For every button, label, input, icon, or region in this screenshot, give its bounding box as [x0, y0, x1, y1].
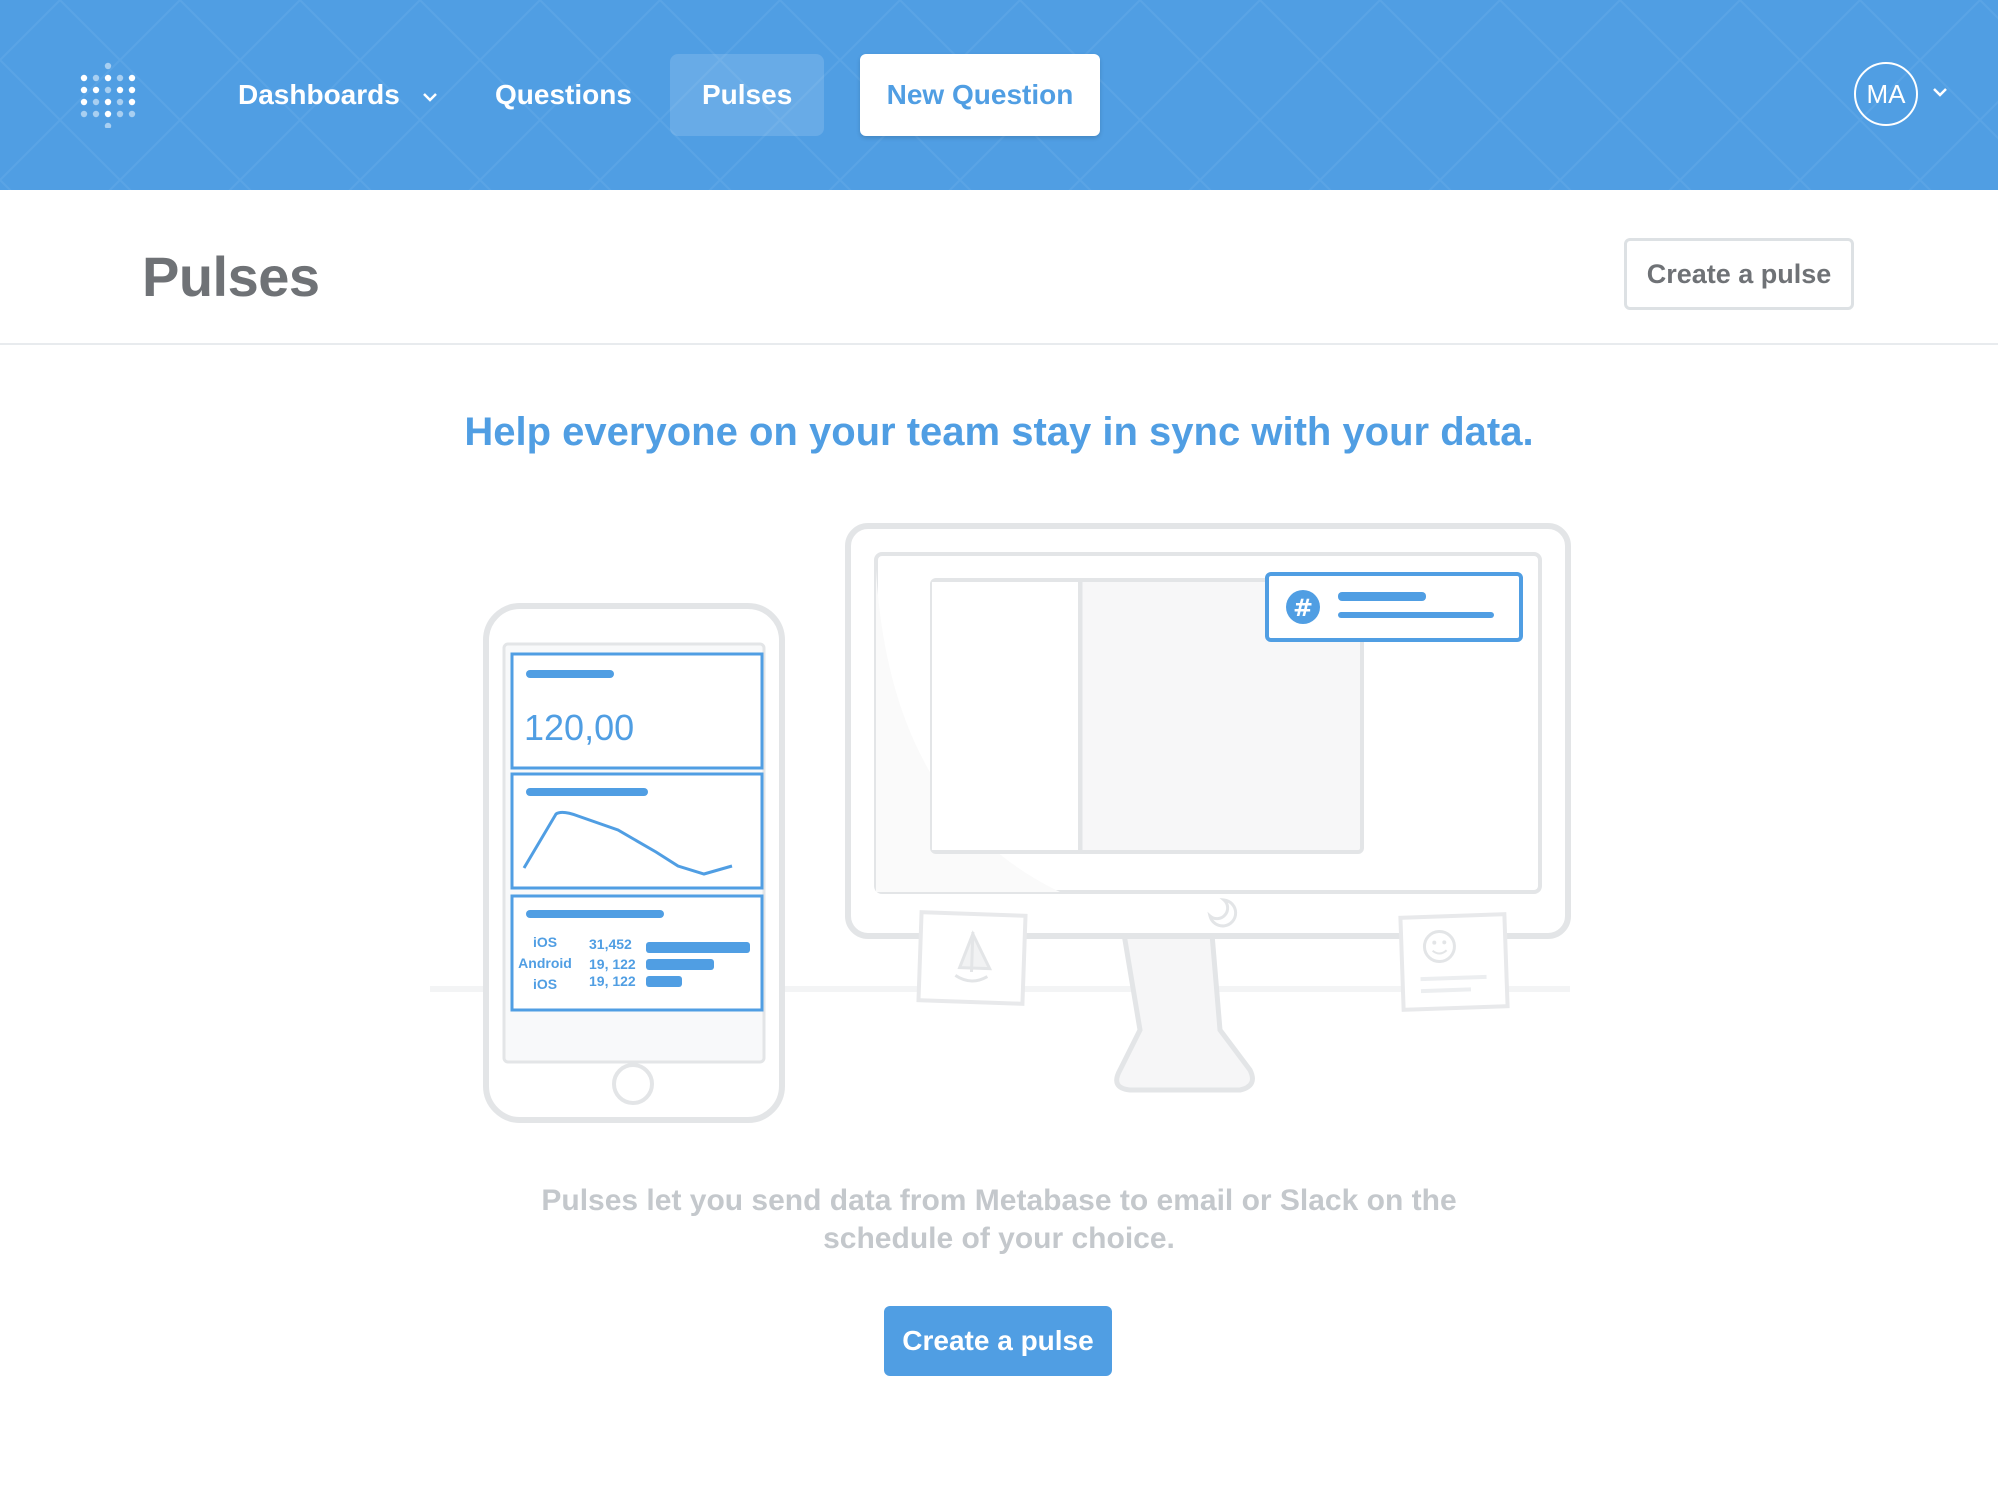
top-navbar: Dashboards Questions Pulses New Question… [0, 0, 1998, 190]
phone-row-value: 31,452 [589, 936, 632, 952]
nav-pulses[interactable]: Pulses [670, 54, 825, 136]
chevron-down-icon[interactable] [1932, 86, 1948, 98]
metabase-logo-icon[interactable] [78, 60, 138, 128]
new-question-button[interactable]: New Question [860, 54, 1100, 136]
phone-row-label: iOS [533, 976, 557, 992]
nav-questions[interactable]: Questions [463, 54, 664, 136]
nav-dashboards[interactable]: Dashboards [206, 54, 470, 136]
phone-row-value: 19, 122 [589, 973, 636, 989]
phone-graphic: 120,00 iOS 31,452 Android 19, 122 iOS 19… [483, 603, 785, 1123]
empty-state-description: Pulses let you send data from Metabase t… [541, 1184, 1457, 1255]
create-pulse-button[interactable]: Create a pulse [884, 1306, 1112, 1376]
chevron-down-icon [422, 92, 437, 102]
phone-scalar-value: 120,00 [524, 707, 634, 748]
nav-questions-label: Questions [495, 79, 632, 110]
phone-row-label: Android [518, 955, 572, 971]
user-avatar[interactable]: MA [1854, 62, 1918, 126]
monitor-graphic: # [845, 523, 1571, 1093]
nav-dashboards-label: Dashboards [238, 79, 400, 110]
empty-state-headline: Help everyone on your team stay in sync … [464, 410, 1534, 454]
phone-row-value: 19, 122 [589, 956, 636, 972]
create-pulse-header-button[interactable]: Create a pulse [1624, 238, 1854, 310]
page-header: Pulses Create a pulse [0, 190, 1998, 345]
nav-pulses-label: Pulses [702, 79, 793, 110]
page-title: Pulses [142, 245, 320, 308]
svg-text:#: # [1293, 594, 1313, 622]
phone-row-label: iOS [533, 934, 557, 950]
pulses-illustration: # 120,00 iOS 31,452 Android 19, 122 iOS … [430, 523, 1571, 1123]
